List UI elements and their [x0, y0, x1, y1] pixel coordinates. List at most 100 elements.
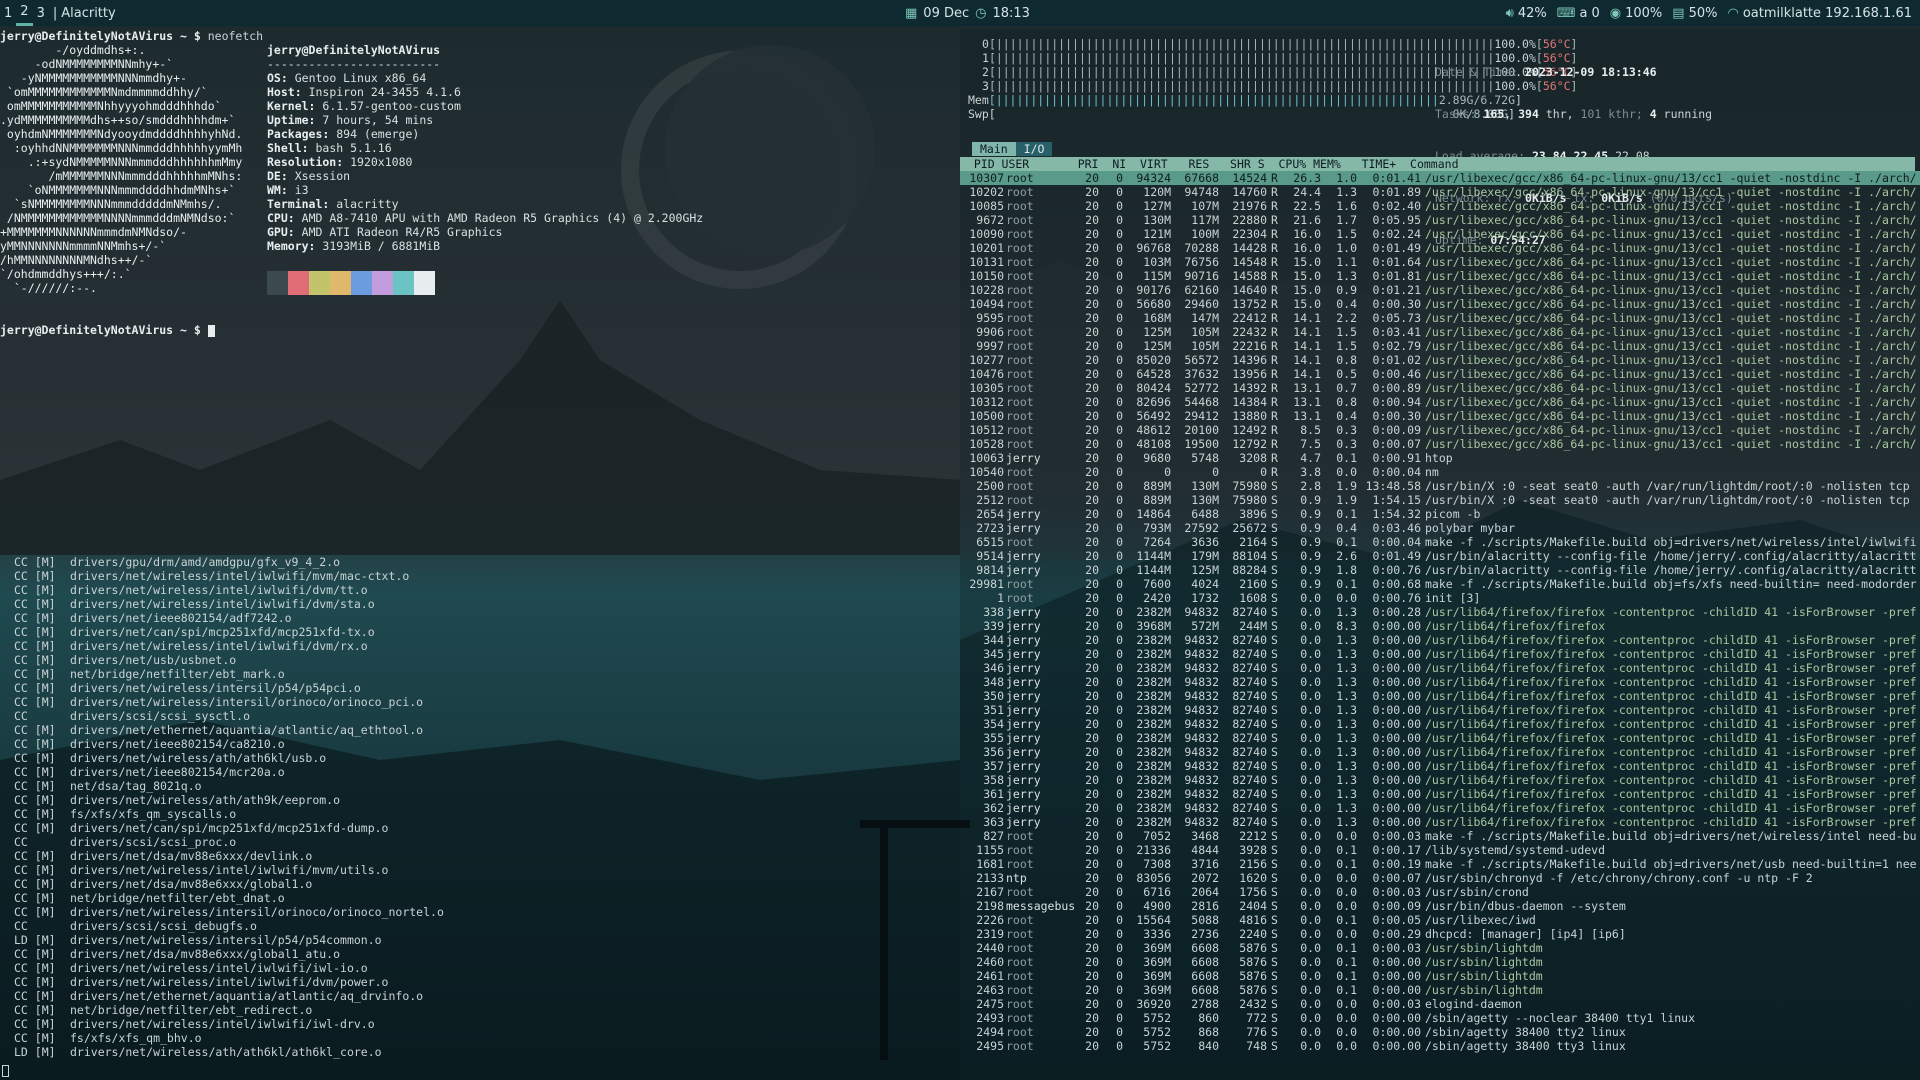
htop-terminal[interactable]: 0 [||||||||||||||||||||||||||||||||||||||…: [960, 29, 1920, 1080]
process-row[interactable]: 10494 root 20 0 56680 29460 13752 R 15.0 0.4 0:00.…: [960, 297, 1920, 311]
process-row[interactable]: 10201 root 20 0 96768 70288 14428 R 16.0 1.0 0:01.…: [960, 241, 1920, 255]
process-row[interactable]: 346 jerry 20 0 2382M 94832 82740 S 0.0 1.3 0:00.00…: [960, 661, 1920, 675]
process-row[interactable]: 356 jerry 20 0 2382M 94832 82740 S 0.0 1.3 0:00.00…: [960, 745, 1920, 759]
tab-io[interactable]: I/O: [1015, 142, 1053, 156]
build-terminal[interactable]: CC [M] drivers/gpu/drm/amd/amdgpu/gfx_v9_…: [0, 555, 960, 1080]
process-row[interactable]: 10305 root 20 0 80424 52772 14392 R 13.1 0.7 0:00.…: [960, 381, 1920, 395]
process-row[interactable]: 10528 root 20 0 48108 19500 12792 R 7.5 0.3 0:00.0…: [960, 437, 1920, 451]
process-row[interactable]: 339 jerry 20 0 3968M 572M 244M S 0.0 8.3 0:00.00/u…: [960, 619, 1920, 633]
tab-main[interactable]: Main: [972, 142, 1016, 156]
process-row[interactable]: 355 jerry 20 0 2382M 94832 82740 S 0.0 1.3 0:00.00…: [960, 731, 1920, 745]
process-row[interactable]: 361 jerry 20 0 2382M 94832 82740 S 0.0 1.3 0:00.00…: [960, 787, 1920, 801]
process-row[interactable]: 2319 root 20 0 3336 2736 2240 S 0.0 0.0 0:00.29 dhc…: [960, 927, 1920, 941]
process-row[interactable]: 338 jerry 20 0 2382M 94832 82740 S 0.0 1.3 0:00.28…: [960, 605, 1920, 619]
process-res: 4844: [1191, 843, 1219, 857]
process-row[interactable]: 2463 root 20 0 369M 6608 5876 S 0.0 0.1 0:00.00/us…: [960, 983, 1920, 997]
volume-module[interactable]: 🔊︎ 42%: [1506, 6, 1547, 21]
process-row[interactable]: 9672 root 20 0 130M 117M 22880 R 21.6 1.7 0:05.95 /…: [960, 213, 1920, 227]
process-row[interactable]: 10476 root 20 0 64528 37632 13956 R 14.1 0.5 0:00.…: [960, 367, 1920, 381]
process-row[interactable]: 1 root 20 0 2420 1732 1608 S 0.0 0.0 0:00.76 init […: [960, 591, 1920, 605]
process-priority: 20: [1085, 857, 1099, 871]
process-row[interactable]: 9595 root 20 0 168M 147M 22412 R 14.1 2.2 0:05.73 /…: [960, 311, 1920, 325]
process-row[interactable]: 348 jerry 20 0 2382M 94832 82740 S 0.0 1.3 0:00.00…: [960, 675, 1920, 689]
process-table-header[interactable]: PID USER PRI NI VIRT RES SHR S CPU% MEM%…: [960, 157, 1915, 171]
process-row[interactable]: 10307 root 20 0 94324 67668 14524 R 26.3 1.0 0:01.…: [960, 171, 1920, 185]
process-row[interactable]: 10090 root 20 0 121M 100M 22304 R 16.0 1.5 0:02.24…: [960, 227, 1920, 241]
process-row[interactable]: 2654 jerry 20 0 14864 6488 3896 S 0.9 0.1 1:54.32 p…: [960, 507, 1920, 521]
keyboard-module[interactable]: ⌨ a 0: [1557, 6, 1600, 21]
process-res: 860: [1198, 1011, 1219, 1025]
process-row[interactable]: 358 jerry 20 0 2382M 94832 82740 S 0.0 1.3 0:00.00…: [960, 773, 1920, 787]
process-cpu-percent: 15.0: [1293, 283, 1321, 297]
process-virt: 7264: [1143, 535, 1171, 549]
process-row[interactable]: 2226 root 20 0 15564 5088 4816 S 0.0 0.1 0:00.05/u…: [960, 913, 1920, 927]
process-row[interactable]: 10512 root 20 0 48612 20100 12492 R 8.5 0.3 0:00.0…: [960, 423, 1920, 437]
process-row[interactable]: 10500 root 20 0 56492 29412 13880 R 13.1 0.4 0:00.…: [960, 409, 1920, 423]
process-row[interactable]: 363 jerry 20 0 2382M 94832 82740 S 0.0 1.3 0:00.00…: [960, 815, 1920, 829]
process-row[interactable]: 10540 root 20 0 0 0 0 R 3.8 0.0 0:00.04 nm: [960, 465, 1920, 479]
process-row[interactable]: 1681 root 20 0 7308 3716 2156 S 0.0 0.1 0:00.19 mak…: [960, 857, 1920, 871]
process-row[interactable]: 2460 root 20 0 369M 6608 5876 S 0.0 0.1 0:00.00/us…: [960, 955, 1920, 969]
workspace-2[interactable]: 2: [16, 0, 33, 26]
process-row[interactable]: 10131 root 20 0 103M 76756 14548 R 15.0 1.1 0:01.6…: [960, 255, 1920, 269]
process-row[interactable]: 2167 root 20 0 6716 2064 1756 S 0.0 0.0 0:00.03/us…: [960, 885, 1920, 899]
process-command: /sbin/agetty 38400 tty2 linux: [1425, 1025, 1626, 1039]
workspace-1[interactable]: 1: [0, 0, 16, 26]
process-row[interactable]: 2493 root 20 0 5752 860 772 S 0.0 0.0 0:00.00/sbin…: [960, 1011, 1920, 1025]
process-command: /usr/libexec/gcc/x86_64-pc-linux-gnu/13/…: [1425, 227, 1917, 241]
process-virt: 14864: [1136, 507, 1171, 521]
process-row[interactable]: 2440 root 20 0 369M 6608 5876 S 0.0 0.1 0:00.03/us…: [960, 941, 1920, 955]
memory-module[interactable]: ▤ 50%: [1672, 6, 1717, 21]
process-virt: 48612: [1136, 423, 1171, 437]
build-step: LD [M]: [14, 1045, 56, 1059]
process-row[interactable]: 9906 root 20 0 125M 105M 22432 R 14.1 1.5 0:03.41 /…: [960, 325, 1920, 339]
process-virt: 2382M: [1136, 633, 1171, 647]
process-row[interactable]: 2461 root 20 0 369M 6608 5876 S 0.0 0.1 0:00.00/us…: [960, 969, 1920, 983]
process-shr: 12492: [1232, 423, 1267, 437]
process-row[interactable]: 10312 root 20 0 82696 54468 14384 R 13.1 0.8 0:00.…: [960, 395, 1920, 409]
process-row[interactable]: 2512 root 20 0 889M 130M 75980 S 0.9 1.9 1:54.15/u…: [960, 493, 1920, 507]
process-row[interactable]: 10202 root 20 0 120M 94748 14760 R 24.4 1.3 0:01.8…: [960, 185, 1920, 199]
process-row[interactable]: 9514 jerry 20 0 1144M 179M 88104 S 0.9 2.6 0:01.49…: [960, 549, 1920, 563]
workspace-3[interactable]: 3: [33, 0, 49, 26]
process-nice: 0: [1116, 871, 1123, 885]
process-row[interactable]: 354 jerry 20 0 2382M 94832 82740 S 0.0 1.3 0:00.00…: [960, 717, 1920, 731]
process-res: 90716: [1184, 269, 1219, 283]
process-row[interactable]: 10150 root 20 0 115M 90716 14588 R 15.0 1.3 0:01.8…: [960, 269, 1920, 283]
process-shr: 82740: [1232, 745, 1267, 759]
process-priority: 20: [1085, 997, 1099, 1011]
process-row[interactable]: 1155 root 20 0 21336 4844 3928 S 0.0 0.1 0:00.17/l…: [960, 843, 1920, 857]
process-row[interactable]: 10277 root 20 0 85020 56572 14396 R 14.1 0.8 0:01.…: [960, 353, 1920, 367]
process-row[interactable]: 9814 jerry 20 0 1144M 125M 88284 S 0.9 1.8 0:00.76…: [960, 563, 1920, 577]
process-row[interactable]: 2723 jerry 20 0 793M 27592 25672 S 0.9 0.4 0:03.46…: [960, 521, 1920, 535]
process-row[interactable]: 827 root 20 0 7052 3468 2212 S 0.0 0.0 0:00.03 make…: [960, 829, 1920, 843]
process-user: root: [1006, 409, 1034, 423]
wifi-module[interactable]: ◠ oatmilklatte 192.168.1.61: [1727, 6, 1912, 21]
process-state: S: [1271, 1039, 1278, 1053]
process-row[interactable]: 362 jerry 20 0 2382M 94832 82740 S 0.0 1.3 0:00.00…: [960, 801, 1920, 815]
process-row[interactable]: 344 jerry 20 0 2382M 94832 82740 S 0.0 1.3 0:00.00…: [960, 633, 1920, 647]
process-row[interactable]: 9997 root 20 0 125M 105M 22216 R 14.1 1.5 0:02.79 /…: [960, 339, 1920, 353]
process-row[interactable]: 2494 root 20 0 5752 868 776 S 0.0 0.0 0:00.00/sbin…: [960, 1025, 1920, 1039]
process-row[interactable]: 2500 root 20 0 889M 130M 75980 S 2.8 1.9 13:48.58 /…: [960, 479, 1920, 493]
process-row[interactable]: 2198 messagebus 20 0 4900 2816 2404 S 0.0 0.0 0:00…: [960, 899, 1920, 913]
process-row[interactable]: 357 jerry 20 0 2382M 94832 82740 S 0.0 1.3 0:00.00…: [960, 759, 1920, 773]
process-row[interactable]: 6515 root 20 0 7264 3636 2164 S 0.9 0.1 0:00.04 mak…: [960, 535, 1920, 549]
process-row[interactable]: 2133 ntp 20 0 83056 2072 1620 S 0.0 0.0 0:00.07/us…: [960, 871, 1920, 885]
process-shr: 14396: [1232, 353, 1267, 367]
process-row[interactable]: 10228 root 20 0 90176 62160 14640 R 15.0 0.9 0:01.…: [960, 283, 1920, 297]
process-row[interactable]: 345 jerry 20 0 2382M 94832 82740 S 0.0 1.3 0:00.00…: [960, 647, 1920, 661]
build-target: drivers/net/wireless/intel/iwlwifi/dvm/r…: [70, 639, 368, 653]
process-row[interactable]: 2495 root 20 0 5752 840 748 S 0.0 0.0 0:00.00/sbin…: [960, 1039, 1920, 1053]
process-row[interactable]: 10085 root 20 0 127M 107M 21976 R 22.5 1.6 0:02.40…: [960, 199, 1920, 213]
process-row[interactable]: 29981 root 20 0 7600 4024 2160 S 0.9 0.1 0:00.68 ma…: [960, 577, 1920, 591]
process-row[interactable]: 350 jerry 20 0 2382M 94832 82740 S 0.0 1.3 0:00.00…: [960, 689, 1920, 703]
process-row[interactable]: 351 jerry 20 0 2382M 94832 82740 S 0.0 1.3 0:00.00…: [960, 703, 1920, 717]
battery-module[interactable]: ◉ 100%: [1610, 6, 1663, 21]
final-prompt-line[interactable]: jerry@DefinitelyNotAVirus ~ $: [0, 323, 215, 337]
neofetch-terminal[interactable]: jerry@DefinitelyNotAVirus ~ $ neofetch -…: [0, 29, 960, 554]
process-cpu-percent: 0.0: [1300, 619, 1321, 633]
process-mem-percent: 1.3: [1336, 759, 1357, 773]
process-row[interactable]: 10063 jerry 20 0 9680 5748 3208 R 4.7 0.1 0:00.91 h…: [960, 451, 1920, 465]
process-row[interactable]: 2475 root 20 0 36920 2788 2432 S 0.0 0.0 0:00.03 el…: [960, 997, 1920, 1011]
